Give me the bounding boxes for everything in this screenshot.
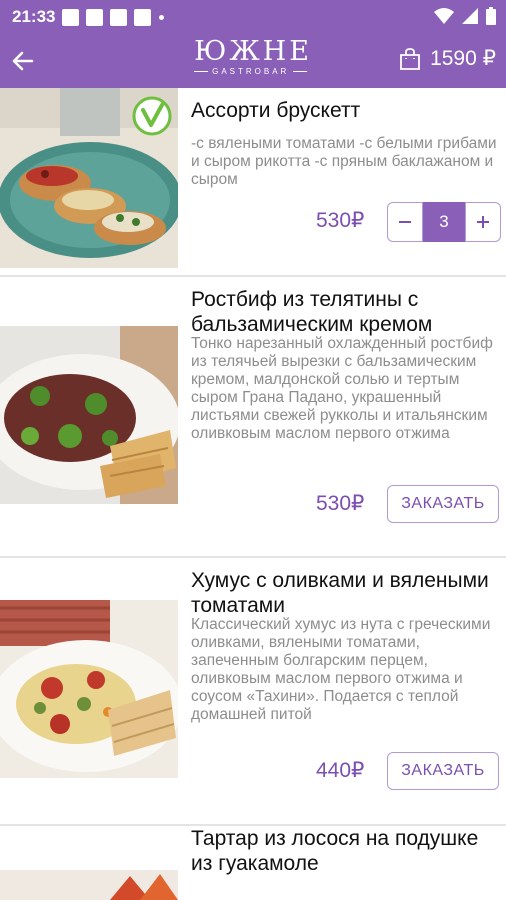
product-title[interactable]: Ассорти брускетт [191, 98, 491, 123]
vegetarian-badge-icon [132, 96, 172, 136]
notification-dot-icon [159, 14, 165, 20]
order-button[interactable]: ЗАКАЗАТЬ [387, 485, 499, 523]
status-bar: 21:33 [0, 0, 506, 34]
notification-icon [62, 8, 80, 26]
notification-icon [86, 8, 104, 26]
battery-icon [486, 7, 496, 25]
minus-icon [399, 221, 411, 223]
product-price: 440₽ [316, 759, 365, 782]
product-description: -с вялеными томатами -с белыми грибами и… [191, 135, 497, 188]
product-description: Классический хумус из нута с греческими … [191, 616, 491, 723]
cart-total: 1590 ₽ [430, 47, 496, 70]
product-price: 530₽ [316, 492, 365, 515]
notification-icon [110, 8, 128, 26]
product-photo [0, 870, 178, 900]
cart-button[interactable]: 1590 ₽ [398, 46, 496, 71]
product-title[interactable]: Хумус с оливками и вялеными томатами [191, 568, 491, 618]
product-card[interactable]: Тартар из лосося на подушке из гуакамоле [0, 826, 506, 900]
app-bar: ЮЖНЕ GASTROBAR 1590 ₽ [0, 34, 506, 88]
quantity-stepper[interactable]: 3 [387, 202, 501, 242]
increase-quantity-button[interactable] [465, 202, 501, 242]
product-card[interactable]: Ассорти брускетт -с вялеными томатами -с… [0, 88, 506, 276]
product-title[interactable]: Ростбиф из телятины с бальзамическим кре… [191, 287, 491, 337]
decrease-quantity-button[interactable] [387, 202, 423, 242]
brand-logo: ЮЖНЕ GASTROBAR [194, 37, 312, 76]
product-photo [0, 600, 178, 778]
product-card[interactable]: Хумус с оливками и вялеными томатами Кла… [0, 558, 506, 824]
product-title[interactable]: Тартар из лосося на подушке из гуакамоле [191, 826, 491, 876]
notification-icon [134, 8, 152, 26]
logo-subtitle: GASTROBAR [212, 67, 290, 76]
signal-icon [462, 8, 478, 24]
product-photo [0, 326, 178, 504]
order-button[interactable]: ЗАКАЗАТЬ [387, 752, 499, 790]
product-card[interactable]: Ростбиф из телятины с бальзамическим кре… [0, 277, 506, 557]
plus-icon [477, 216, 489, 228]
logo-title: ЮЖНЕ [194, 36, 312, 67]
wifi-icon [434, 8, 454, 24]
arrow-left-icon [12, 51, 34, 71]
product-description: Тонко нарезанный охлажденный ростбиф из … [191, 335, 493, 442]
product-list[interactable]: Ассорти брускетт -с вялеными томатами -с… [0, 88, 506, 900]
product-price: 530₽ [316, 209, 365, 232]
status-time: 21:33 [12, 7, 56, 26]
back-button[interactable] [8, 46, 38, 76]
shopping-bag-icon [400, 47, 420, 70]
quantity-value: 3 [423, 202, 465, 242]
